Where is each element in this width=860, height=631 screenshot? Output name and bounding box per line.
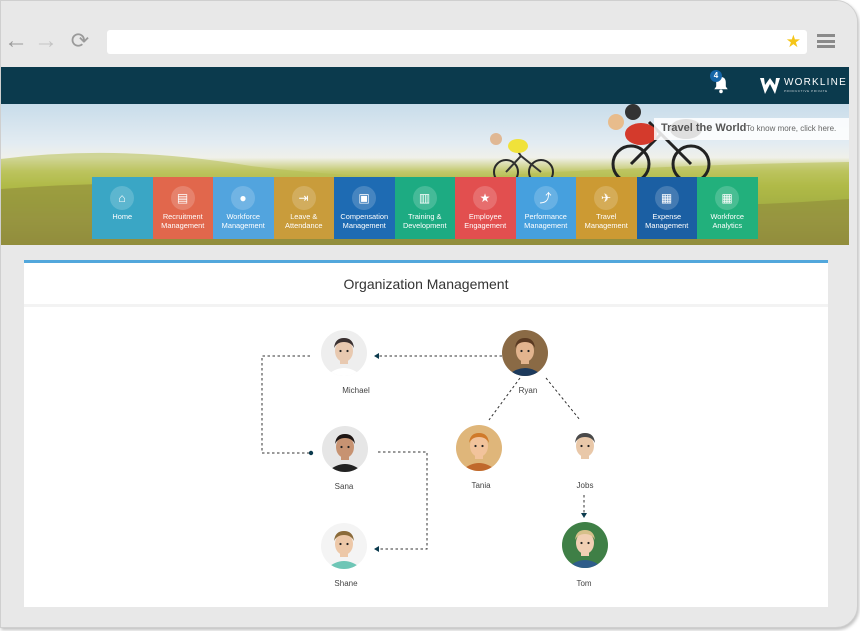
module-tile[interactable]: ● Workforce Management [213, 177, 274, 239]
promo-subtitle: To know more, click here. [746, 124, 837, 133]
avatar-jobs[interactable] [562, 425, 608, 471]
module-tile[interactable]: ⌂ Home [92, 177, 153, 239]
forward-arrow-icon[interactable]: → [34, 29, 58, 53]
employee-name[interactable]: Shane [306, 579, 386, 588]
arrow-head [374, 546, 379, 552]
ryan-to-tania-line [488, 377, 521, 421]
travel-promo-link[interactable]: Travel the World To know more, click her… [654, 118, 849, 140]
avatar-shane[interactable] [321, 523, 367, 569]
ryan-to-jobs-line [545, 377, 581, 421]
org-chart-panel: Organization Management Michael Ryan Sana T… [24, 260, 828, 607]
module-label: Expense Management [645, 212, 689, 230]
employee-name[interactable]: Michael [316, 386, 396, 395]
module-label: Employee Engagement [464, 212, 507, 230]
module-menu: ⌂ Home ▤ Recruitment Management ● Workforce Man… [92, 177, 758, 239]
employee-name[interactable]: Jobs [545, 481, 625, 490]
calculator-icon: ▦ [715, 186, 739, 210]
avatar-sana[interactable] [322, 426, 368, 472]
reload-icon[interactable]: ⟳ [68, 29, 92, 53]
browser-toolbar: ← → ⟳ ★ [1, 1, 857, 67]
module-label: Leave & Attendance [285, 212, 323, 230]
module-tile[interactable]: ★ Employee Engagement [455, 177, 516, 239]
module-tile[interactable]: ⤴ Performance Management [515, 177, 576, 239]
michael-to-sana-line [261, 355, 310, 454]
arrow-head [374, 353, 379, 359]
module-label: Training & Development [402, 212, 447, 230]
module-tile[interactable]: ▦ Expense Management [636, 177, 697, 239]
money-icon: ▣ [352, 186, 376, 210]
logo-tagline: PRODUCTIVE PRIVATE [784, 89, 828, 93]
book-icon: ▥ [412, 186, 437, 210]
avatar-tom[interactable] [562, 522, 608, 568]
home-icon: ⌂ [110, 186, 134, 210]
module-label: Compensation Management [340, 212, 389, 230]
avatar-michael[interactable] [321, 330, 367, 376]
sign-in-icon: ⇥ [291, 186, 316, 210]
module-tile[interactable]: ▤ Recruitment Management [152, 177, 213, 239]
module-label: Performance Management [524, 212, 568, 230]
plane-icon: ✈ [594, 186, 618, 210]
logo-text: WORKLINE [784, 77, 847, 88]
chart-icon: ⤴ [533, 186, 558, 210]
user-icon: ● [231, 186, 255, 210]
module-label: Workforce Analytics [710, 212, 745, 230]
module-tile[interactable]: ▥ Training & Development [394, 177, 455, 239]
document-icon: ▤ [170, 186, 195, 210]
employee-name[interactable]: Tania [441, 481, 521, 490]
app-header: 4 WORKLINE PRODUCTIVE PRIVATE [1, 67, 849, 104]
sana-to-shane-line [376, 451, 428, 550]
employee-name[interactable]: Ryan [488, 386, 568, 395]
notifications-button[interactable]: 4 [710, 70, 729, 99]
module-tile[interactable]: ✈ Travel Management [576, 177, 637, 239]
arrow-head [581, 513, 587, 518]
workline-logo[interactable]: WORKLINE PRODUCTIVE PRIVATE [759, 75, 846, 97]
avatar-ryan[interactable] [502, 330, 548, 376]
module-label: Home [112, 212, 133, 221]
address-bar[interactable]: ★ [107, 30, 807, 54]
star-icon: ★ [473, 186, 497, 210]
connector-dot [308, 450, 314, 456]
bookmark-star-icon[interactable]: ★ [786, 32, 801, 52]
module-label: Workforce Management [221, 212, 265, 230]
employee-name[interactable]: Tom [544, 579, 624, 588]
module-label: Recruitment Management [161, 212, 205, 230]
org-connectors [261, 353, 587, 552]
module-label: Travel Management [584, 212, 628, 230]
employee-name[interactable]: Sana [304, 482, 384, 491]
avatar-tania[interactable] [456, 425, 502, 471]
browser-window: ← → ⟳ ★ 4 WORKLINE PRODUCTIVE PRIVATE Tr… [0, 0, 858, 628]
module-tile[interactable]: ⇥ Leave & Attendance [273, 177, 334, 239]
module-tile[interactable]: ▦ Workforce Analytics [697, 177, 758, 239]
module-tile[interactable]: ▣ Compensation Management [334, 177, 395, 239]
workline-logo-icon [760, 78, 780, 94]
browser-menu-icon[interactable] [817, 34, 835, 48]
promo-title: Travel the World [661, 122, 747, 134]
notification-count-badge: 4 [710, 70, 722, 82]
calculator-icon: ▦ [654, 186, 679, 210]
back-arrow-icon[interactable]: ← [4, 29, 28, 53]
